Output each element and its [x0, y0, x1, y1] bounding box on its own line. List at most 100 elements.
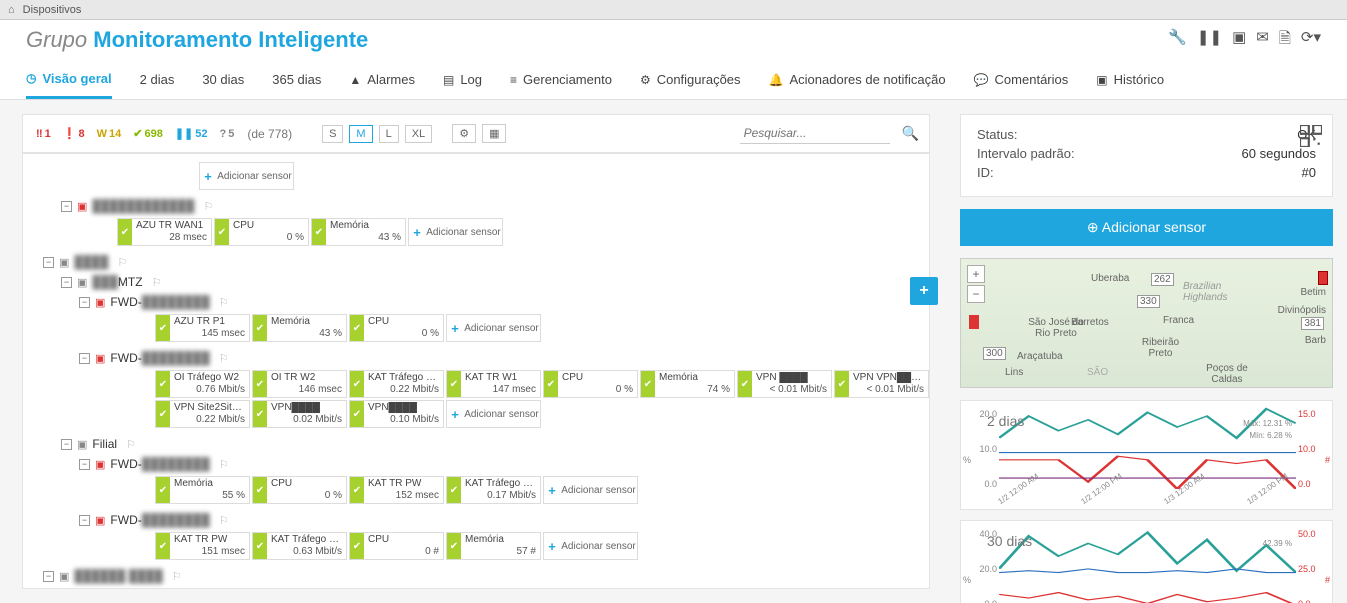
- search-icon[interactable]: 🔍: [902, 125, 919, 142]
- sensor-tile[interactable]: ✔KAT Tráfego PW0.17 Mbit/s: [446, 476, 541, 504]
- sensor-tile[interactable]: ✔CPU0 %: [252, 476, 347, 504]
- node-label[interactable]: ████████████: [92, 199, 194, 213]
- status-error-count[interactable]: ❗8: [60, 126, 88, 141]
- size-xl[interactable]: XL: [405, 125, 432, 143]
- tab-3[interactable]: 365 dias: [272, 60, 321, 99]
- node-label[interactable]: FWD-████████: [110, 295, 209, 309]
- flag-icon[interactable]: ⚐: [219, 352, 229, 365]
- node-label[interactable]: FWD-████████: [110, 513, 209, 527]
- sensor-tile[interactable]: ✔Memória57 #: [446, 532, 541, 560]
- tab-0[interactable]: ◷Visão geral: [26, 60, 112, 99]
- map-zoom-in[interactable]: +: [967, 265, 985, 283]
- node-label[interactable]: FWD-████████: [110, 351, 209, 365]
- tab-10[interactable]: ▣Histórico: [1096, 60, 1164, 99]
- status-warn-count[interactable]: W 14: [94, 127, 125, 141]
- sensor-tile[interactable]: ✔VPN████0.02 Mbit/s: [252, 400, 347, 428]
- qr-icon[interactable]: [1300, 125, 1322, 147]
- flag-icon[interactable]: ⚐: [172, 570, 182, 583]
- node-label[interactable]: Filial: [92, 437, 117, 451]
- node-label[interactable]: ███MTZ: [92, 275, 142, 289]
- pause-icon[interactable]: ❚❚: [1197, 28, 1222, 53]
- map-pin[interactable]: [969, 315, 979, 329]
- flag-icon[interactable]: ⚐: [126, 438, 136, 451]
- sensor-tile[interactable]: ✔OI TR W2146 msec: [252, 370, 347, 398]
- collapse-icon[interactable]: −: [61, 277, 72, 288]
- status-alarm-count[interactable]: ‼ 1: [33, 127, 54, 141]
- tree-row[interactable]: −▣FWD-████████⚐: [79, 292, 929, 312]
- wrench-icon[interactable]: 🔧: [1168, 28, 1187, 53]
- collapse-icon[interactable]: −: [61, 201, 72, 212]
- home-icon[interactable]: ⌂: [8, 4, 15, 16]
- sensor-tile[interactable]: ✔AZU TR WAN128 msec: [117, 218, 212, 246]
- node-label[interactable]: FWD-████████: [110, 457, 209, 471]
- flag-icon[interactable]: ⚐: [219, 514, 229, 527]
- sensor-tile[interactable]: ✔Memória55 %: [155, 476, 250, 504]
- add-sensor-tile[interactable]: +Adicionar sensor: [543, 476, 638, 504]
- grid-icon[interactable]: ▦: [482, 124, 506, 143]
- tree-row[interactable]: −▣███MTZ⚐: [61, 272, 929, 292]
- collapse-icon[interactable]: −: [43, 571, 54, 582]
- sensor-tile[interactable]: ✔CPU0 %: [349, 314, 444, 342]
- flag-icon[interactable]: ⚐: [152, 276, 162, 289]
- tab-6[interactable]: ≡Gerenciamento: [510, 60, 612, 99]
- search-input[interactable]: [740, 123, 890, 144]
- tab-1[interactable]: 2 dias: [140, 60, 175, 99]
- tab-4[interactable]: ▲Alarmes: [349, 60, 415, 99]
- refresh-icon[interactable]: ⟳▾: [1301, 28, 1321, 53]
- size-l[interactable]: L: [379, 125, 399, 143]
- status-pause-count[interactable]: ❚❚ 52: [172, 126, 211, 141]
- tree-row[interactable]: −▣██████ ████⚐: [43, 566, 929, 586]
- add-sensor-tile[interactable]: +Adicionar sensor: [543, 532, 638, 560]
- tab-2[interactable]: 30 dias: [202, 60, 244, 99]
- sensor-tile[interactable]: ✔VPN Site2Site-...0.22 Mbit/s: [155, 400, 250, 428]
- tree-row[interactable]: −▣FWD-████████⚐: [79, 510, 929, 530]
- device-icon[interactable]: ▣: [1232, 28, 1246, 53]
- add-sensor-button[interactable]: ⊕ Adicionar sensor: [960, 209, 1333, 246]
- flag-icon[interactable]: ⚐: [203, 200, 213, 213]
- map-widget[interactable]: + − Uberaba Betim Divinópolis Barretos F…: [960, 258, 1333, 388]
- tab-5[interactable]: ▤Log: [443, 60, 482, 99]
- tree-row[interactable]: −▣FWD-████████⚐: [79, 454, 929, 474]
- sensor-tile[interactable]: ✔CPU0 #: [349, 532, 444, 560]
- map-pin[interactable]: [1318, 271, 1328, 285]
- tree-row[interactable]: −▣████⚐: [43, 252, 929, 272]
- sensor-tile[interactable]: ✔OI Tráfego W20.76 Mbit/s: [155, 370, 250, 398]
- sensor-tile[interactable]: ✔KAT Tráfego PW0.63 Mbit/s: [252, 532, 347, 560]
- sensor-tile[interactable]: ✔VPN ████< 0.01 Mbit/s: [737, 370, 832, 398]
- sensor-tile[interactable]: ✔Memória43 %: [252, 314, 347, 342]
- title-name[interactable]: Monitoramento Inteligente: [93, 27, 368, 52]
- tree-row[interactable]: −▣Filial⚐: [61, 434, 929, 454]
- size-m[interactable]: M: [349, 125, 372, 143]
- add-sensor-tile[interactable]: +Adicionar sensor: [446, 314, 541, 342]
- tab-8[interactable]: 🔔Acionadores de notificação: [769, 60, 946, 99]
- status-unknown-count[interactable]: ? 5: [217, 127, 238, 141]
- breadcrumb-page[interactable]: Dispositivos: [23, 4, 82, 16]
- collapse-icon[interactable]: −: [79, 459, 90, 470]
- tab-9[interactable]: 💬Comentários: [974, 60, 1069, 99]
- collapse-icon[interactable]: −: [79, 297, 90, 308]
- sensor-tile[interactable]: ✔CPU0 %: [543, 370, 638, 398]
- size-s[interactable]: S: [322, 125, 343, 143]
- collapse-icon[interactable]: −: [43, 257, 54, 268]
- tree-row[interactable]: −▣FWD-████████⚐: [79, 348, 929, 368]
- status-ok-count[interactable]: ✔ 698: [130, 126, 166, 141]
- mail-icon[interactable]: ✉: [1256, 28, 1269, 53]
- chart-0[interactable]: 2 dias%#20.010.00.015.010.00.01/2 12:00 …: [960, 400, 1333, 510]
- chart-1[interactable]: 30 dias%#40.020.00.050.025.00.042.39 %: [960, 520, 1333, 603]
- collapse-icon[interactable]: −: [79, 515, 90, 526]
- sensor-tile[interactable]: ✔Memória43 %: [311, 218, 406, 246]
- sensor-tile[interactable]: ✔KAT TR PW151 msec: [155, 532, 250, 560]
- flag-icon[interactable]: ⚐: [219, 458, 229, 471]
- tab-7[interactable]: ⚙Configurações: [640, 60, 741, 99]
- sensor-tile[interactable]: ✔KAT Tráfego W10.22 Mbit/s: [349, 370, 444, 398]
- node-label[interactable]: ████: [74, 255, 108, 269]
- sensor-tile[interactable]: ✔AZU TR P1145 msec: [155, 314, 250, 342]
- node-label[interactable]: ██████ ████: [74, 569, 162, 583]
- sensor-tile[interactable]: ✔CPU0 %: [214, 218, 309, 246]
- doc-icon[interactable]: 🗎: [1279, 28, 1291, 53]
- sensor-tile[interactable]: ✔Memória74 %: [640, 370, 735, 398]
- collapse-icon[interactable]: −: [61, 439, 72, 450]
- add-sensor-tile[interactable]: +Adicionar sensor: [446, 400, 541, 428]
- flag-icon[interactable]: ⚐: [219, 296, 229, 309]
- sensor-tile[interactable]: ✔KAT TR W1147 msec: [446, 370, 541, 398]
